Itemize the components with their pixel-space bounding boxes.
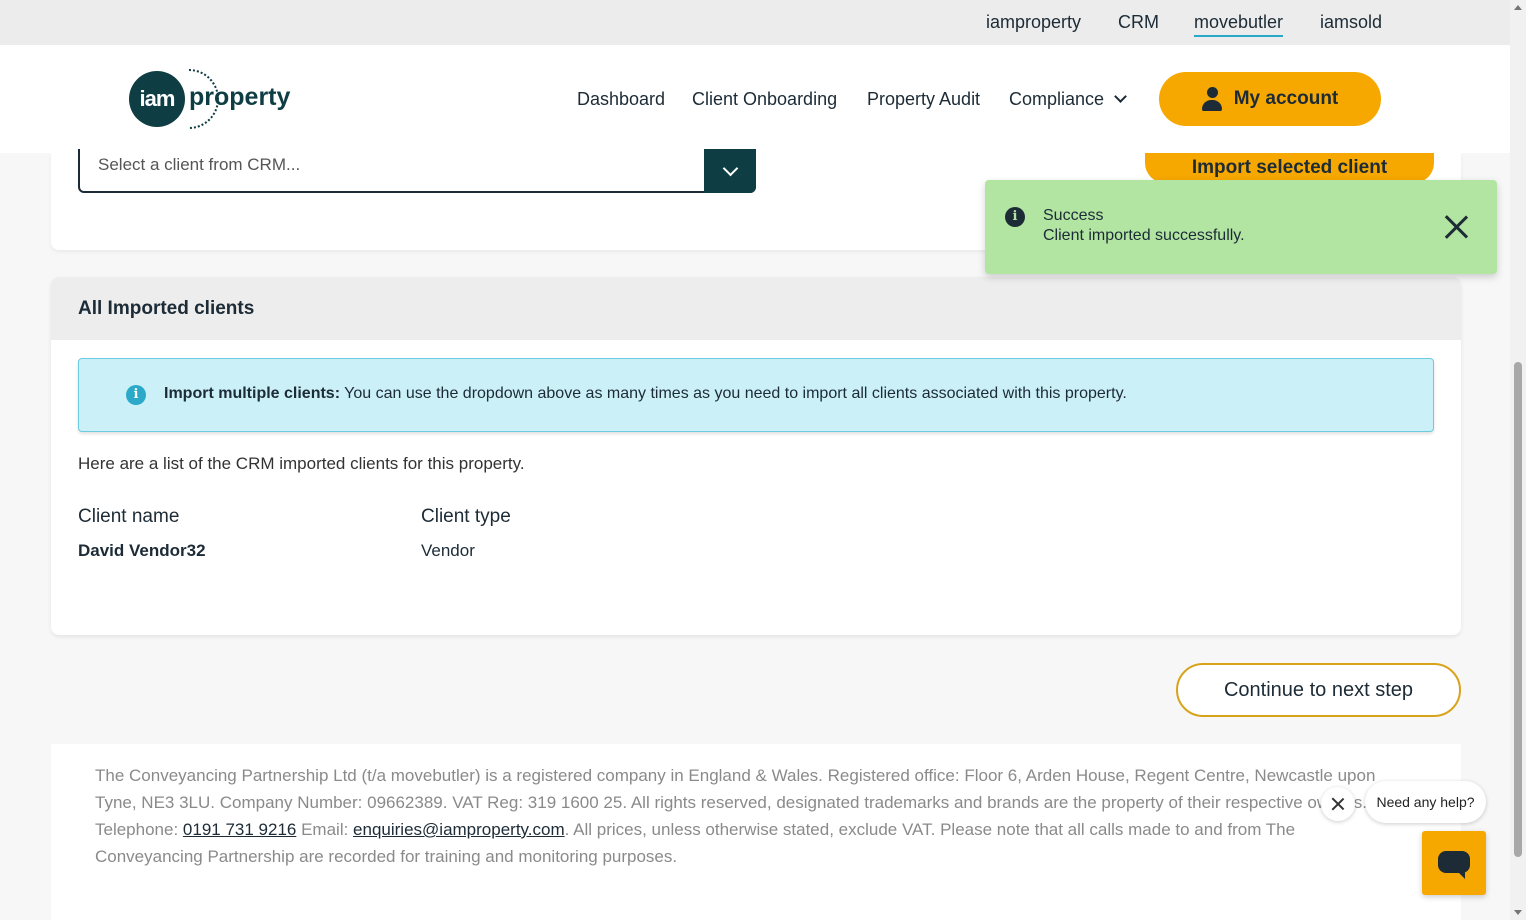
scroll-up-icon[interactable] [1514,5,1522,10]
my-account-button[interactable]: My account [1159,72,1381,126]
brand-link-iamproperty[interactable]: iamproperty [986,12,1081,33]
imported-clients-heading: All Imported clients [51,277,1461,340]
logo-word: property [189,83,291,111]
iamproperty-logo[interactable]: iam property [129,69,299,129]
page-scrollbar[interactable] [1510,0,1526,920]
info-icon: i [126,385,146,405]
client-name-cell: David Vendor32 [78,541,206,560]
footer-email-link[interactable]: enquiries@iamproperty.com [353,820,565,839]
my-account-label: My account [1233,88,1339,109]
client-select-placeholder: Select a client from CRM... [98,155,301,174]
nav-compliance[interactable]: Compliance [1009,89,1127,110]
chat-icon [1438,851,1470,879]
footer-legal-text: The Conveyancing Partnership Ltd (t/a mo… [95,762,1405,870]
continue-to-next-step-button[interactable]: Continue to next step [1176,663,1461,717]
import-selected-client-button[interactable]: Import selected client [1145,153,1434,183]
column-header-client-type: Client type [421,506,511,527]
brand-link-crm[interactable]: CRM [1118,12,1159,33]
scroll-down-icon[interactable] [1514,910,1522,915]
chevron-down-icon [1114,90,1127,103]
user-icon [1201,87,1222,111]
nav-property-audit[interactable]: Property Audit [867,89,980,110]
site-header: iam property Dashboard Client Onboarding… [0,45,1510,153]
brand-link-movebutler[interactable]: movebutler [1194,12,1284,37]
client-type-cell: Vendor [421,541,475,560]
nav-compliance-label: Compliance [1009,89,1105,109]
site-footer: The Conveyancing Partnership Ltd (t/a mo… [51,744,1461,920]
toast-message: Client imported successfully. [1043,227,1245,244]
info-alert-body: You can use the dropdown above as many t… [340,385,1127,402]
help-bubble[interactable]: Need any help? [1365,781,1486,823]
toast-title: Success [1043,207,1104,224]
info-alert-text: Import multiple clients: You can use the… [164,385,1127,403]
footer-phone-link[interactable]: 0191 731 9216 [183,820,296,839]
chat-launcher-button[interactable] [1422,831,1486,895]
nav-client-onboarding[interactable]: Client Onboarding [692,89,837,110]
imported-clients-card: All Imported clients i Import multiple c… [51,277,1461,635]
chevron-down-icon [722,160,738,176]
close-icon[interactable] [1443,214,1469,240]
info-alert: i Import multiple clients: You can use t… [78,358,1434,432]
column-header-client-name: Client name [78,506,180,527]
help-close-icon[interactable] [1321,787,1355,821]
brand-bar: iamproperty CRM movebutler iamsold [0,0,1510,45]
client-select[interactable]: Select a client from CRM... [78,149,756,193]
info-icon: i [1005,207,1025,227]
scrollbar-thumb[interactable] [1514,362,1522,857]
info-alert-bold: Import multiple clients: [164,385,341,402]
select-arrow[interactable] [704,149,756,193]
success-toast: i Success Client imported successfully. [985,180,1497,274]
nav-dashboard[interactable]: Dashboard [577,89,665,110]
footer-text-part2: Email: [296,820,354,839]
logo-badge: iam [129,71,185,127]
brand-link-iamsold[interactable]: iamsold [1320,12,1382,33]
imported-intro-text: Here are a list of the CRM imported clie… [78,454,525,473]
